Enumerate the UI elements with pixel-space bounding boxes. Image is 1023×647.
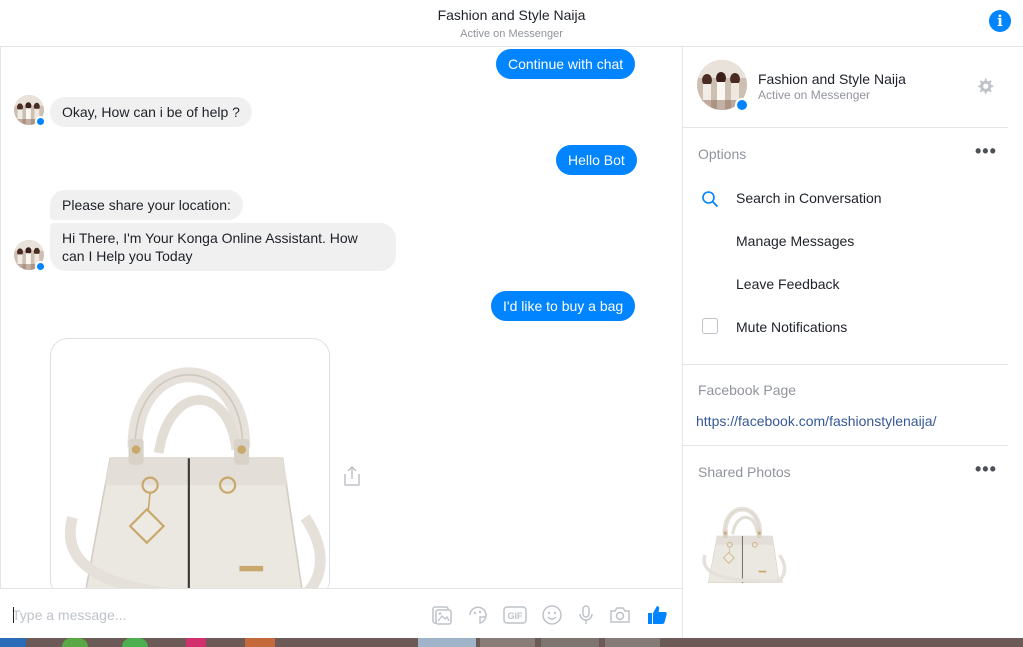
mute-notifications-option[interactable]: Mute Notifications [736, 319, 847, 335]
search-in-conversation-option[interactable]: Search in Conversation [736, 190, 882, 206]
info-icon[interactable]: i [989, 10, 1011, 32]
taskbar-app-icon[interactable] [122, 638, 148, 647]
leave-feedback-option[interactable]: Leave Feedback [736, 276, 840, 292]
profile-status: Active on Messenger [758, 88, 871, 102]
svg-text:GIF: GIF [508, 611, 524, 621]
more-options-icon[interactable]: ••• [975, 142, 997, 160]
taskbar-app-icon[interactable] [418, 638, 476, 647]
shared-photo-thumbnail[interactable] [698, 492, 788, 587]
more-options-icon[interactable]: ••• [975, 460, 997, 478]
mute-notifications-checkbox[interactable] [702, 318, 718, 334]
messenger-badge-icon [735, 98, 749, 112]
camera-icon[interactable] [608, 603, 632, 627]
shared-photos-title: Shared Photos [698, 464, 791, 480]
message-bubble-incoming: Okay, How can i be of help ? [50, 97, 252, 127]
message-input[interactable] [12, 605, 412, 625]
taskbar-app-icon[interactable] [605, 638, 660, 647]
gear-icon[interactable] [976, 77, 994, 95]
handbag-image [51, 339, 329, 588]
handbag-thumbnail-image [698, 494, 788, 587]
photo-icon[interactable] [429, 603, 453, 627]
taskbar-app-icon[interactable] [245, 638, 275, 647]
profile-avatar[interactable] [697, 60, 749, 112]
share-icon[interactable] [342, 465, 362, 487]
divider [683, 364, 1008, 365]
text-cursor [13, 607, 14, 623]
profile-name[interactable]: Fashion and Style Naija [758, 71, 906, 87]
conversation-details-panel: Fashion and Style Naija Active on Messen… [682, 47, 1023, 638]
start-button-icon[interactable] [0, 638, 26, 647]
facebook-page-link[interactable]: https://facebook.com/fashionstylenaija/ [696, 413, 936, 429]
taskbar-app-icon[interactable] [541, 638, 599, 647]
microphone-icon[interactable] [574, 603, 598, 627]
divider [683, 127, 1008, 128]
divider [683, 445, 1008, 446]
options-title: Options [698, 146, 747, 162]
sticker-icon[interactable] [466, 603, 490, 627]
like-icon[interactable] [645, 603, 669, 627]
emoji-icon[interactable] [540, 603, 564, 627]
manage-messages-option[interactable]: Manage Messages [736, 233, 854, 249]
message-composer: GIF [0, 588, 682, 638]
conversation-status: Active on Messenger [460, 28, 563, 40]
message-bubble-outgoing: Hello Bot [556, 145, 637, 175]
messenger-badge-icon [35, 261, 46, 272]
avatar [14, 240, 46, 272]
avatar [14, 95, 46, 127]
product-image-message[interactable] [50, 338, 330, 588]
facebook-page-title: Facebook Page [698, 382, 797, 398]
os-taskbar [0, 638, 1023, 647]
conversation-title: Fashion and Style Naija [437, 7, 586, 23]
messenger-badge-icon [35, 116, 46, 127]
search-icon [702, 191, 719, 208]
taskbar-app-icon[interactable] [62, 638, 88, 647]
message-list[interactable]: Continue with chat Okay, How can i be of… [0, 47, 682, 588]
message-bubble-incoming: Please share your location: [50, 190, 243, 220]
message-bubble-incoming: Hi There, I'm Your Konga Online Assistan… [50, 223, 396, 271]
message-bubble-outgoing: I'd like to buy a bag [491, 291, 636, 321]
gif-icon[interactable]: GIF [503, 603, 527, 627]
taskbar-app-icon[interactable] [186, 638, 206, 647]
conversation-header: Fashion and Style Naija Active on Messen… [0, 0, 1023, 47]
taskbar-app-icon[interactable] [480, 638, 535, 647]
message-bubble-outgoing: Continue with chat [496, 49, 636, 79]
